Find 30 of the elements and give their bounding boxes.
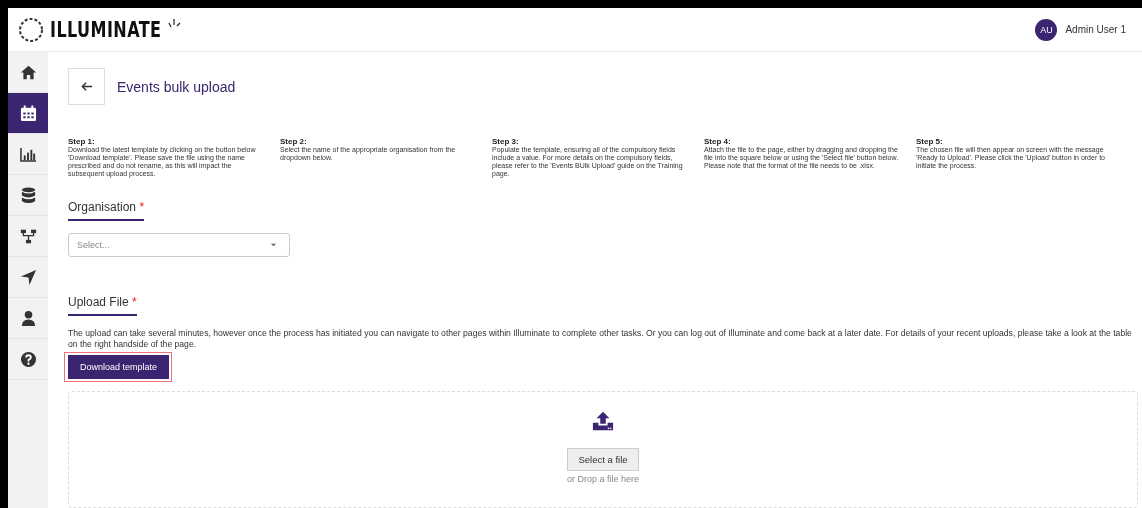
step-title: Step 3:: [492, 137, 520, 146]
hierarchy-icon: [19, 227, 37, 245]
user-avatar[interactable]: AU: [1035, 18, 1058, 41]
field-label: Upload File *: [68, 295, 137, 317]
drop-zone[interactable]: Select a file or Drop a file here: [68, 391, 1138, 508]
calendar-icon: [19, 104, 37, 122]
upload-description: The upload can take several minutes, however once the process has initiated you can navigate to other pages within Illuminate to complete other tasks. Or you can log out of Illuminate and come back at a later date. For details of your recent uploads, please take a look at the table on the right handside of the page.: [68, 328, 1133, 351]
back-arrow-icon: [80, 81, 93, 92]
drop-hint: or Drop a file here: [566, 474, 639, 485]
page-title: Events bulk upload: [117, 78, 236, 95]
navigation-arrow-icon: [19, 268, 37, 286]
bar-chart-icon: [19, 145, 37, 163]
step-title: Step 5:: [916, 137, 944, 146]
help-icon: [19, 350, 37, 368]
user-icon: [19, 309, 37, 327]
user-name[interactable]: Admin User 1: [1065, 24, 1126, 35]
rays-icon: [167, 16, 182, 29]
database-icon: [19, 186, 37, 204]
step-title: Step 1:: [68, 137, 96, 146]
app-name: ILLUMINATE: [50, 17, 162, 42]
caret-icon: [270, 243, 277, 248]
home-icon: [19, 63, 37, 81]
step-title: Step 4:: [704, 137, 732, 146]
step-title: Step 2:: [280, 137, 308, 146]
download-template-button[interactable]: Download template: [68, 355, 170, 380]
field-label: Organisation *: [68, 200, 145, 221]
upload-icon: [592, 410, 614, 433]
select-file-button[interactable]: Select a file: [567, 448, 639, 472]
sidebar-item[interactable]: [8, 93, 48, 134]
organisation-dropdown[interactable]: Select...: [68, 233, 290, 258]
